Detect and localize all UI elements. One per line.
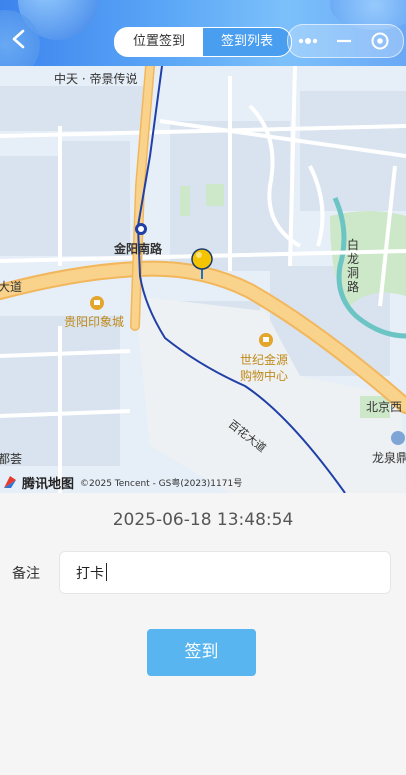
map-label-avenue-left: 大道: [0, 280, 23, 294]
more-dots-icon[interactable]: [297, 33, 319, 49]
minimize-icon[interactable]: [334, 31, 354, 51]
map-label-dusui: 都荟: [0, 452, 23, 466]
map-watermark: 腾讯地图 ©2025 Tencent - GS粤(2023)1171号: [0, 471, 260, 493]
checkin-datetime: 2025-06-18 13:48:54: [112, 510, 294, 530]
back-chevron-icon[interactable]: [8, 28, 30, 50]
tab-location-checkin[interactable]: 位置签到: [115, 28, 203, 56]
map-label-longquan: 龙泉鼎: [372, 451, 406, 465]
map-label-beijing-west: 北京西: [366, 400, 403, 414]
note-label: 备注: [12, 566, 40, 582]
tab-segment: 位置签到 签到列表: [114, 27, 292, 57]
target-circle-icon[interactable]: [370, 31, 390, 51]
checkin-submit-button[interactable]: 签到: [147, 629, 256, 676]
map-label-bailong-road: 白龙洞路: [347, 238, 360, 294]
map-view[interactable]: 中天 · 帝景传说 金阳南路 贵阳印象城 世纪金源 购物中心 白龙洞路 大道 百…: [0, 66, 406, 493]
text-caret: [106, 563, 107, 581]
watermark-brand: 腾讯地图: [22, 476, 75, 492]
mini-program-capsule: [287, 24, 404, 58]
watermark-copyright: ©2025 Tencent - GS粤(2023)1171号: [80, 478, 243, 489]
note-input[interactable]: 打卡: [59, 551, 391, 594]
map-label-yinxiang-city: 贵阳印象城: [64, 315, 125, 329]
note-input-value: 打卡: [76, 566, 104, 582]
tencent-map-logo-icon: [4, 476, 16, 488]
map-label-zhongtian: 中天 · 帝景传说: [54, 72, 138, 86]
map-canvas: [0, 66, 406, 493]
map-label-shiji-1: 世纪金源: [240, 353, 289, 367]
map-label-metro-station: 金阳南路: [114, 242, 163, 256]
map-label-shiji-2: 购物中心: [240, 369, 289, 383]
tab-checkin-list[interactable]: 签到列表: [203, 28, 291, 56]
